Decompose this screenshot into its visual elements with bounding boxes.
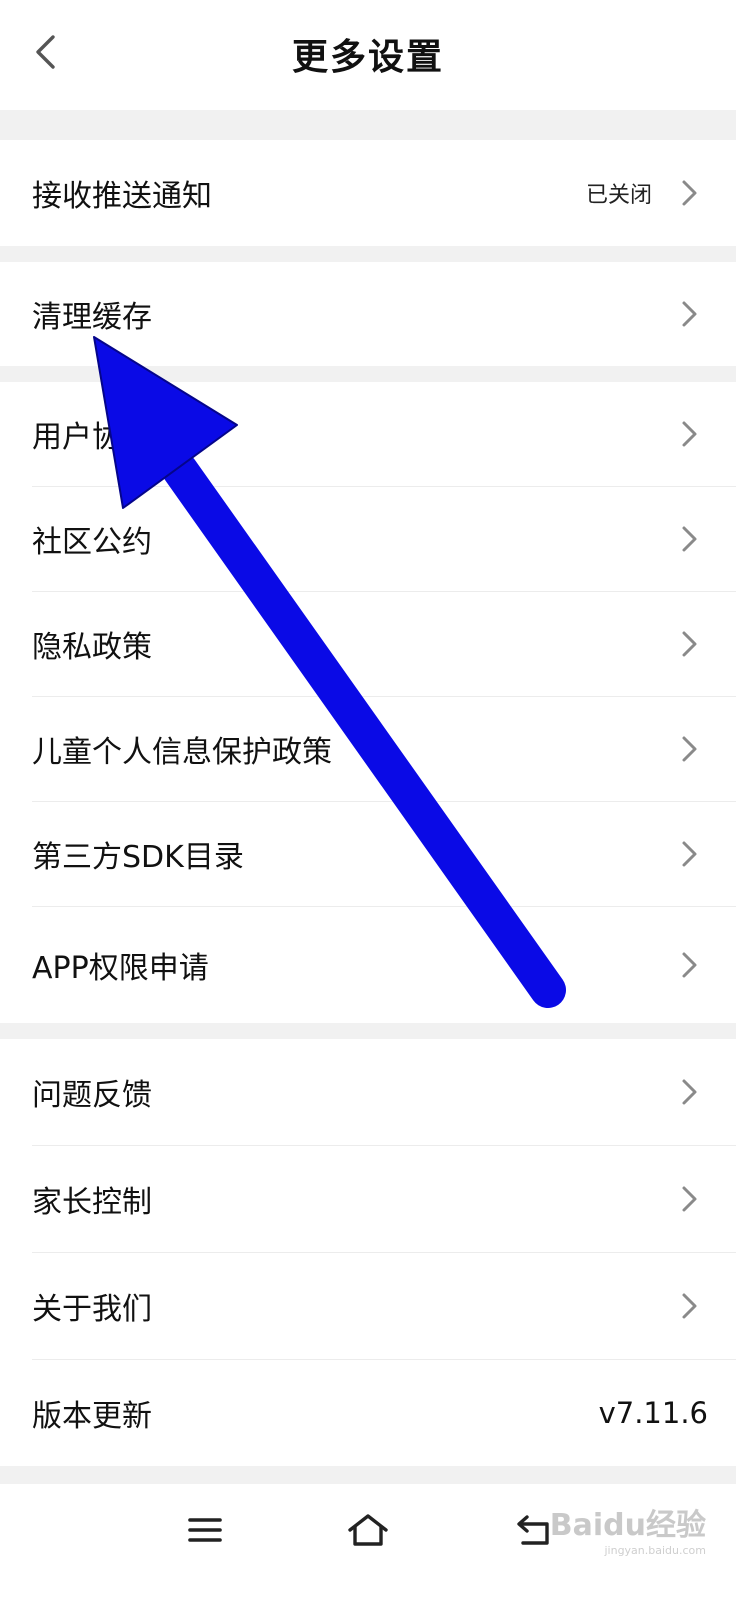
chevron-right-icon bbox=[682, 180, 697, 206]
version-value: v7.11.6 bbox=[598, 1396, 708, 1430]
settings-row-community-rules[interactable]: 社区公约 bbox=[0, 487, 736, 591]
settings-row-app-permissions[interactable]: APP权限申请 bbox=[0, 907, 736, 1023]
chevron-right-icon bbox=[682, 631, 697, 657]
settings-row-label: 隐私政策 bbox=[32, 630, 152, 665]
watermark-brand: Baidu经验 bbox=[549, 1508, 706, 1543]
settings-row-label: 关于我们 bbox=[32, 1292, 152, 1327]
settings-row-label: 版本更新 bbox=[32, 1399, 152, 1434]
settings-row-label: 用户协议 bbox=[32, 420, 152, 455]
chevron-right-icon bbox=[682, 526, 697, 552]
settings-row-push-notifications[interactable]: 接收推送通知 已关闭 bbox=[0, 140, 736, 246]
section-gap bbox=[0, 1466, 736, 1484]
watermark-domain: jingyan.baidu.com bbox=[604, 1544, 706, 1557]
page-title: 更多设置 bbox=[291, 37, 444, 78]
settings-row-label: 儿童个人信息保护政策 bbox=[32, 735, 332, 770]
settings-row-label: 清理缓存 bbox=[32, 300, 152, 335]
menu-icon bbox=[188, 1518, 222, 1542]
settings-row-feedback[interactable]: 问题反馈 bbox=[0, 1039, 736, 1145]
settings-row-child-privacy-policy[interactable]: 儿童个人信息保护政策 bbox=[0, 697, 736, 801]
baidu-jingyan-watermark: Baidu经验 jingyan.baidu.com bbox=[550, 1500, 706, 1557]
header-bar: 更多设置 bbox=[0, 0, 736, 110]
settings-row-privacy-policy[interactable]: 隐私政策 bbox=[0, 592, 736, 696]
settings-row-user-agreement[interactable]: 用户协议 bbox=[0, 382, 736, 486]
chevron-right-icon bbox=[682, 1079, 697, 1105]
section-gap bbox=[0, 366, 736, 382]
chevron-right-icon bbox=[682, 301, 697, 327]
menu-button[interactable] bbox=[175, 1500, 235, 1560]
settings-row-label: 家长控制 bbox=[32, 1185, 152, 1220]
home-icon bbox=[348, 1514, 388, 1546]
settings-row-parental-control[interactable]: 家长控制 bbox=[0, 1146, 736, 1252]
section-gap bbox=[0, 1023, 736, 1039]
settings-row-third-party-sdk[interactable]: 第三方SDK目录 bbox=[0, 802, 736, 906]
home-button[interactable] bbox=[338, 1500, 398, 1560]
settings-row-label: 社区公约 bbox=[32, 525, 152, 560]
settings-row-label: 第三方SDK目录 bbox=[32, 840, 244, 875]
section-gap bbox=[0, 246, 736, 262]
settings-row-label: APP权限申请 bbox=[32, 951, 209, 986]
settings-row-version-update[interactable]: 版本更新 v7.11.6 bbox=[0, 1360, 736, 1466]
chevron-right-icon bbox=[682, 1293, 697, 1319]
chevron-right-icon bbox=[682, 1186, 697, 1212]
settings-row-label: 问题反馈 bbox=[32, 1078, 152, 1113]
settings-row-about-us[interactable]: 关于我们 bbox=[0, 1253, 736, 1359]
chevron-right-icon bbox=[682, 421, 697, 447]
settings-row-label: 接收推送通知 bbox=[32, 179, 212, 214]
chevron-right-icon bbox=[682, 952, 697, 978]
push-status-value: 已关闭 bbox=[585, 183, 652, 208]
settings-row-clear-cache[interactable]: 清理缓存 bbox=[0, 262, 736, 366]
chevron-right-icon bbox=[682, 841, 697, 867]
chevron-right-icon bbox=[682, 736, 697, 762]
settings-page: 更多设置 接收推送通知 已关闭 清理缓存 用户协议 社区公约 隐私政策 儿童个人… bbox=[0, 0, 736, 1600]
section-gap bbox=[0, 110, 736, 140]
